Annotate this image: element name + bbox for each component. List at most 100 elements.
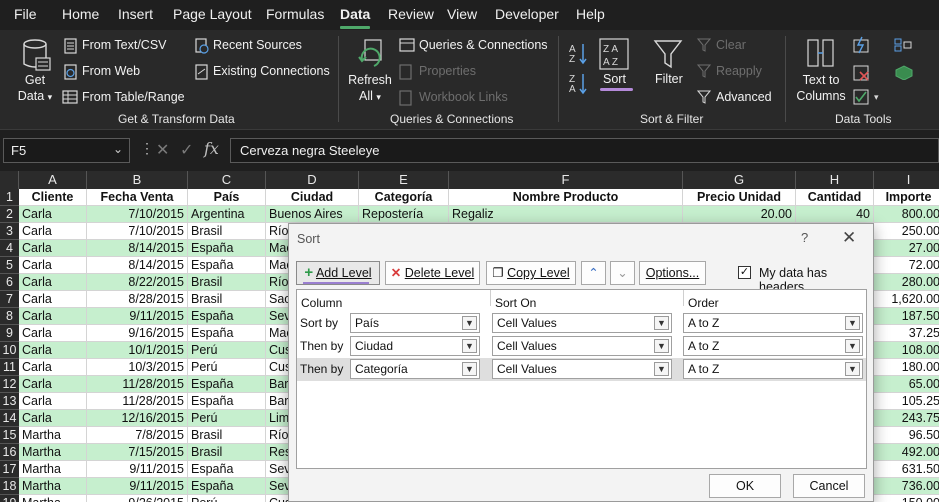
row-header[interactable]: 11	[0, 359, 19, 376]
table-cell[interactable]: Perú	[188, 359, 266, 376]
row-header[interactable]: 19	[0, 495, 19, 502]
tab-file[interactable]: File	[14, 6, 37, 22]
table-cell[interactable]: Martha	[19, 444, 87, 461]
filter-button[interactable]: Filter	[655, 72, 683, 86]
sort-level-row-selected[interactable]: Then by Categoría ▼ Cell Values ▼ A to Z ▼	[297, 358, 866, 381]
cancel-icon[interactable]: ✕	[156, 140, 169, 160]
sort-on-dropdown[interactable]: Cell Values ▼	[492, 313, 672, 333]
table-cell[interactable]: Martha	[19, 478, 87, 495]
table-cell[interactable]: Carla	[19, 359, 87, 376]
column-header-c[interactable]: C	[188, 171, 266, 189]
table-cell[interactable]: 187.50	[874, 308, 939, 325]
table-cell[interactable]: 9/16/2015	[87, 325, 188, 342]
get-data-button[interactable]: Get Data ▾	[12, 72, 58, 105]
row-header[interactable]: 17	[0, 461, 19, 478]
table-cell[interactable]: 105.25	[874, 393, 939, 410]
table-cell[interactable]: 250.00	[874, 223, 939, 240]
table-cell[interactable]: 8/22/2015	[87, 274, 188, 291]
queries-connections-button[interactable]: Queries & Connections	[419, 38, 548, 52]
sort-on-dropdown[interactable]: Cell Values ▼	[492, 359, 672, 379]
table-cell[interactable]: 7/10/2015	[87, 223, 188, 240]
table-header-cell[interactable]: Nombre Producto	[449, 189, 683, 206]
tab-help[interactable]: Help	[576, 6, 605, 22]
column-header-a[interactable]: A	[19, 171, 87, 189]
move-up-button[interactable]: ⌃	[581, 261, 606, 285]
row-header[interactable]: 4	[0, 240, 19, 257]
table-cell[interactable]: Carla	[19, 206, 87, 223]
row-header[interactable]: 15	[0, 427, 19, 444]
table-cell[interactable]: Brasil	[188, 291, 266, 308]
help-button[interactable]: ?	[801, 230, 808, 245]
order-dropdown[interactable]: A to Z ▼	[683, 336, 863, 356]
table-cell[interactable]: 65.00	[874, 376, 939, 393]
table-cell[interactable]: Carla	[19, 257, 87, 274]
table-cell[interactable]: 8/14/2015	[87, 240, 188, 257]
table-cell[interactable]: 243.75	[874, 410, 939, 427]
workbook-links-button[interactable]: Workbook Links	[419, 90, 508, 104]
table-cell[interactable]: Martha	[19, 495, 87, 502]
enter-icon[interactable]: ✓	[180, 140, 193, 160]
table-cell[interactable]: Carla	[19, 376, 87, 393]
existing-connections-button[interactable]: Existing Connections	[213, 64, 330, 78]
table-cell[interactable]: 1,620.00	[874, 291, 939, 308]
row-header[interactable]: 18	[0, 478, 19, 495]
delete-level-button[interactable]: ✕ Delete Level	[385, 261, 480, 285]
properties-button[interactable]: Properties	[419, 64, 476, 78]
table-cell[interactable]: España	[188, 393, 266, 410]
table-cell[interactable]: 11/28/2015	[87, 393, 188, 410]
refresh-all-button[interactable]: Refresh All ▾	[348, 72, 392, 105]
table-cell[interactable]: Carla	[19, 342, 87, 359]
tab-formulas[interactable]: Formulas	[266, 6, 324, 22]
chevron-down-icon[interactable]: ▾	[874, 92, 879, 103]
copy-level-button[interactable]: ❐ Copy Level	[486, 261, 576, 285]
text-to-columns-button[interactable]: Text to Columns	[794, 72, 848, 104]
table-cell[interactable]: Carla	[19, 291, 87, 308]
row-header[interactable]: 3	[0, 223, 19, 240]
sort-level-row[interactable]: Then by Ciudad ▼ Cell Values ▼ A to Z ▼	[297, 335, 866, 358]
table-cell[interactable]: 280.00	[874, 274, 939, 291]
table-cell[interactable]: 9/26/2015	[87, 495, 188, 502]
table-cell[interactable]: Martha	[19, 427, 87, 444]
table-cell[interactable]: Martha	[19, 461, 87, 478]
tab-page-layout[interactable]: Page Layout	[173, 6, 252, 22]
table-header-cell[interactable]: Cliente	[19, 189, 87, 206]
tab-data[interactable]: Data	[340, 6, 370, 22]
row-header[interactable]: 5	[0, 257, 19, 274]
from-table-range-button[interactable]: From Table/Range	[82, 90, 185, 104]
table-cell[interactable]: 7/15/2015	[87, 444, 188, 461]
table-cell[interactable]: 631.50	[874, 461, 939, 478]
row-header[interactable]: 10	[0, 342, 19, 359]
table-cell[interactable]: 27.00	[874, 240, 939, 257]
order-dropdown[interactable]: A to Z ▼	[683, 359, 863, 379]
table-cell[interactable]: Regaliz	[449, 206, 683, 223]
table-cell[interactable]: España	[188, 308, 266, 325]
table-cell[interactable]: 11/28/2015	[87, 376, 188, 393]
recent-sources-button[interactable]: Recent Sources	[213, 38, 302, 52]
formula-input[interactable]: Cerveza negra Steeleye	[230, 138, 939, 163]
column-header-e[interactable]: E	[359, 171, 449, 189]
table-cell[interactable]: 736.00	[874, 478, 939, 495]
row-header[interactable]: 12	[0, 376, 19, 393]
row-header[interactable]: 13	[0, 393, 19, 410]
table-cell[interactable]: 37.25	[874, 325, 939, 342]
table-cell[interactable]: 7/8/2015	[87, 427, 188, 444]
order-dropdown[interactable]: A to Z ▼	[683, 313, 863, 333]
row-header[interactable]: 16	[0, 444, 19, 461]
row-header[interactable]: 1	[0, 189, 19, 206]
tab-developer[interactable]: Developer	[495, 6, 559, 22]
table-cell[interactable]: Brasil	[188, 274, 266, 291]
insert-function-icon[interactable]: fx	[204, 139, 219, 158]
table-cell[interactable]: Argentina	[188, 206, 266, 223]
move-down-button[interactable]: ⌄	[610, 261, 635, 285]
tab-insert[interactable]: Insert	[118, 6, 153, 22]
cancel-button[interactable]: Cancel	[793, 474, 865, 498]
table-header-cell[interactable]: Categoría	[359, 189, 449, 206]
table-cell[interactable]: España	[188, 240, 266, 257]
table-cell[interactable]: 9/11/2015	[87, 461, 188, 478]
row-header[interactable]: 6	[0, 274, 19, 291]
table-cell[interactable]: Carla	[19, 393, 87, 410]
table-cell[interactable]: 12/16/2015	[87, 410, 188, 427]
table-header-cell[interactable]: Fecha Venta	[87, 189, 188, 206]
table-cell[interactable]: Perú	[188, 495, 266, 502]
table-cell[interactable]: Carla	[19, 308, 87, 325]
